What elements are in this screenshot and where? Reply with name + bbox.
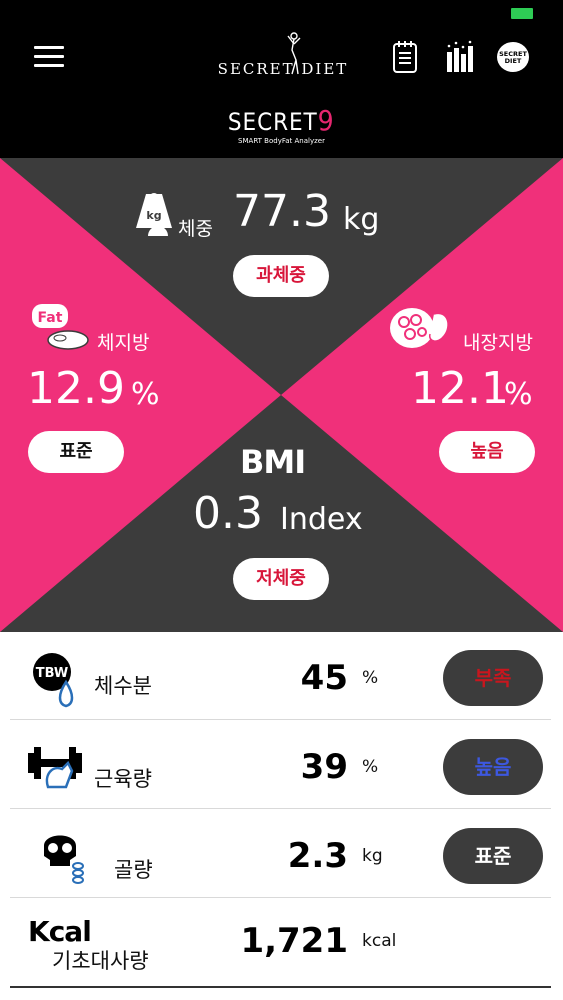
visceral-fat-label: 내장지방: [463, 332, 533, 354]
brand-badge-text: SECRET DIET: [497, 42, 529, 72]
dumbbell-icon: [28, 747, 82, 789]
logo-text: SECRET DIET: [217, 60, 349, 78]
visceral-fat-icon: [390, 308, 449, 348]
metric-unit: %: [362, 757, 379, 777]
hamburger-icon[interactable]: [34, 46, 64, 68]
weight-icon-text: kg: [146, 209, 161, 222]
metric-value: 45: [300, 658, 348, 698]
metric-label: 근육량: [94, 767, 152, 791]
metric-status-button[interactable]: 표준: [443, 828, 543, 884]
weight-scale-icon: kg: [136, 193, 172, 236]
metric-unit: kg: [362, 846, 383, 866]
metric-label: 기초대사량: [52, 949, 149, 973]
diary-icon[interactable]: [391, 40, 421, 74]
visceral-fat-status-button[interactable]: 높음: [439, 431, 535, 473]
battery-indicator: [511, 8, 533, 19]
bmi-value: 0.3: [193, 488, 263, 539]
app-header: SECRET DIET SECRET DIET SECRET9 SMART Bo…: [0, 0, 563, 158]
metric-unit: kcal: [362, 931, 397, 951]
metric-row-bmr: Kcal 기초대사량 1,721 kcal: [10, 899, 551, 987]
metrics-list: TBW 체수분 45 % 부족 근육량 39 % 높음 골량 2.3 kg 표준…: [0, 632, 563, 1000]
metric-value: 39: [300, 747, 348, 787]
weight-unit: kg: [343, 202, 380, 237]
fat-icon: Fat: [32, 304, 89, 350]
bmi-unit: Index: [280, 502, 363, 537]
metric-row-muscle: 근육량 39 % 높음: [10, 721, 551, 809]
chart-icon[interactable]: [445, 40, 475, 74]
metric-status-button[interactable]: 높음: [443, 739, 543, 795]
body-fat-unit: %: [131, 377, 160, 412]
skull-icon: [44, 835, 84, 884]
body-fat-value: 12.9: [27, 363, 125, 414]
metric-row-bone: 골량 2.3 kg 표준: [10, 810, 551, 898]
fat-icon-text: Fat: [38, 310, 63, 326]
kcal-icon: Kcal: [28, 915, 92, 948]
bottom-divider: [10, 986, 551, 988]
bmi-status-button[interactable]: 저체중: [233, 558, 329, 600]
weight-value: 77.3: [233, 186, 331, 237]
sub-logo: SECRET9 SMART BodyFat Analyzer: [210, 104, 353, 148]
metric-status-button[interactable]: 부족: [443, 650, 543, 706]
water-drop-icon: TBW: [33, 653, 74, 708]
metric-value: 2.3: [287, 836, 348, 876]
sub-logo-caption: SMART BodyFat Analyzer: [238, 137, 325, 145]
sub-logo-main: SECRET: [228, 108, 318, 136]
water-icon-text: TBW: [36, 666, 68, 681]
summary-panel: kg 체중 77.3 kg 과체중 Fat 체지방 12.9 % 표준 내장지방…: [0, 158, 563, 632]
weight-label: 체중: [178, 218, 213, 240]
metric-unit: %: [362, 668, 379, 688]
bmi-label: BMI: [240, 443, 306, 481]
brand-icon[interactable]: SECRET DIET: [497, 42, 531, 72]
metric-label: 골량: [114, 858, 153, 882]
weight-status-button[interactable]: 과체중: [233, 255, 329, 297]
sub-logo-number: 9: [317, 104, 335, 137]
metric-label: 체수분: [94, 674, 152, 698]
body-fat-status-button[interactable]: 표준: [28, 431, 124, 473]
visceral-fat-value: 12.1: [411, 363, 509, 414]
body-fat-label: 체지방: [97, 332, 150, 354]
visceral-fat-unit: %: [504, 377, 533, 412]
metric-row-water: TBW 체수분 45 % 부족: [10, 632, 551, 720]
metric-value: 1,721: [240, 921, 348, 961]
